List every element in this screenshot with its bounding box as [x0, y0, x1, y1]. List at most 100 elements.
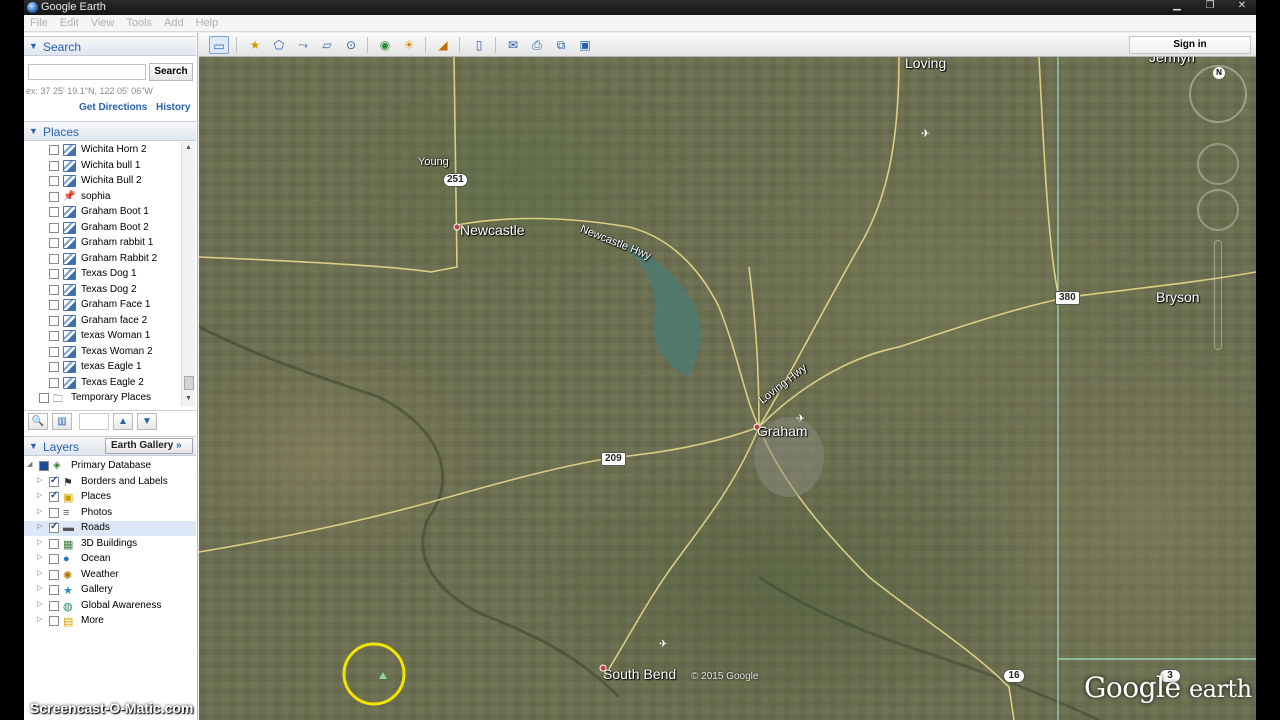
view-in-maps-button[interactable]: ⧉ [551, 36, 571, 54]
switch-planet-button[interactable]: ◢ [433, 36, 453, 54]
temporary-places-item[interactable]: 🗀 Temporary Places [24, 391, 184, 406]
map-label-newcastle[interactable]: Newcastle [460, 222, 525, 238]
history-link[interactable]: History [156, 102, 190, 113]
layers-section-header[interactable]: ▼ Layers Earth Gallery » [24, 436, 196, 456]
place-item[interactable]: Wichita Bull 2 [24, 174, 184, 189]
layer-checkbox[interactable] [49, 538, 59, 549]
navigation-controls[interactable]: N [1189, 65, 1249, 365]
place-checkbox[interactable] [49, 191, 59, 202]
expand-arrow-icon[interactable]: ▷ [37, 538, 42, 546]
expand-arrow-icon[interactable]: ▷ [37, 491, 42, 499]
expand-arrow-icon[interactable]: ▷ [37, 522, 42, 530]
place-item[interactable]: texas Eagle 1 [24, 360, 184, 375]
layer-root-item[interactable]: ◢ ◈ Primary Database [24, 459, 184, 474]
search-section-header[interactable]: ▼ Search [24, 36, 196, 56]
compass-ring[interactable]: N [1189, 65, 1247, 123]
map-label-south-bend[interactable]: South Bend [603, 666, 676, 682]
place-item[interactable]: Graham face 2 [24, 314, 184, 329]
layer-checkbox[interactable] [49, 490, 59, 502]
layer-item[interactable]: ▷ ★ Gallery [24, 583, 196, 598]
search-input[interactable] [28, 64, 146, 80]
place-checkbox[interactable] [49, 269, 59, 279]
map-label-graham[interactable]: Graham [757, 423, 808, 439]
place-checkbox[interactable] [49, 176, 59, 186]
place-item[interactable]: Graham rabbit 1 [24, 236, 184, 251]
sidebar-toggle-button[interactable]: ▭ [209, 36, 229, 54]
menu-edit[interactable]: Edit [54, 15, 85, 29]
show-panel-button[interactable]: ▥ [52, 413, 72, 430]
earth-gallery-button[interactable]: Earth Gallery » [105, 438, 193, 454]
layer-checkbox[interactable] [49, 585, 59, 595]
map-label-young[interactable]: Young [418, 156, 449, 168]
layer-item[interactable]: ▷ ✺ Weather [24, 568, 196, 583]
layer-checkbox[interactable] [49, 616, 59, 626]
layer-item[interactable]: ▷ ≡ Photos [24, 506, 196, 521]
place-checkbox[interactable] [49, 377, 59, 388]
menu-tools[interactable]: Tools [120, 15, 158, 29]
menu-view[interactable]: View [85, 15, 121, 29]
place-checkbox[interactable] [49, 362, 59, 372]
places-section-header[interactable]: ▼ Places [24, 121, 196, 141]
look-joystick[interactable] [1197, 143, 1239, 185]
add-polygon-button[interactable]: ⬠ [269, 36, 289, 54]
sunlight-button[interactable]: ☀ [399, 36, 419, 54]
add-placemark-button[interactable]: ★ [245, 36, 265, 54]
layer-checkbox[interactable] [39, 461, 49, 471]
add-path-button[interactable]: ⤳ [293, 36, 313, 54]
layer-checkbox[interactable] [49, 554, 59, 564]
email-button[interactable]: ✉ [503, 36, 523, 54]
layer-item[interactable]: ▷ ▤ More [24, 614, 196, 629]
record-tour-button[interactable]: ⊙ [341, 36, 361, 54]
ruler-button[interactable]: ▯ [469, 36, 489, 54]
place-checkbox[interactable] [49, 315, 59, 326]
layer-checkbox[interactable] [49, 600, 59, 611]
print-button[interactable]: ⎙ [527, 36, 547, 54]
historical-imagery-button[interactable]: ◉ [375, 36, 395, 54]
layer-item[interactable]: ▷ ▣ Places [24, 490, 196, 505]
place-item[interactable]: Wichita Horn 2 [24, 143, 184, 158]
scroll-up-arrow-icon[interactable]: ▲ [185, 144, 192, 151]
add-overlay-button[interactable]: ▱ [317, 36, 337, 54]
expand-arrow-icon[interactable]: ▷ [37, 584, 42, 592]
menu-file[interactable]: File [24, 15, 54, 29]
expand-arrow-icon[interactable]: ◢ [27, 460, 32, 468]
search-places-button[interactable]: 🔍 [28, 413, 48, 430]
expand-arrow-icon[interactable]: ▷ [37, 507, 42, 515]
place-item[interactable]: Texas Dog 2 [24, 283, 184, 298]
places-filter-field[interactable] [79, 413, 109, 430]
layer-item[interactable]: ▷ ▬ Roads [24, 521, 196, 536]
expand-arrow-icon[interactable]: ▷ [37, 600, 42, 608]
place-checkbox[interactable] [39, 393, 49, 403]
map-label-loving[interactable]: Loving [905, 57, 946, 71]
move-down-button[interactable]: ▼ [137, 413, 157, 430]
place-checkbox[interactable] [49, 207, 59, 217]
menu-help[interactable]: Help [190, 15, 225, 29]
menu-add[interactable]: Add [158, 15, 190, 29]
sign-in-button[interactable]: Sign in [1129, 36, 1251, 54]
place-checkbox[interactable] [49, 222, 59, 233]
place-item[interactable]: Graham Boot 1 [24, 205, 184, 220]
search-button[interactable]: Search [149, 63, 193, 81]
place-checkbox[interactable] [49, 160, 59, 171]
places-scrollbar[interactable]: ▲ ▼ [181, 142, 195, 406]
place-item[interactable]: Graham Boot 2 [24, 221, 184, 236]
close-button[interactable]: ✕ [1234, 0, 1250, 13]
expand-arrow-icon[interactable]: ▷ [37, 615, 42, 623]
layer-checkbox[interactable] [49, 521, 59, 533]
place-item[interactable]: Graham Face 1 [24, 298, 184, 313]
minimize-button[interactable]: ▁ [1169, 0, 1185, 13]
layer-item[interactable]: ▷ ▦ 3D Buildings [24, 537, 196, 552]
place-item[interactable]: Texas Eagle 2 [24, 376, 184, 391]
place-item[interactable]: Texas Dog 1 [24, 267, 184, 282]
place-checkbox[interactable] [49, 346, 59, 357]
place-item[interactable]: Wichita bull 1 [24, 159, 184, 174]
place-checkbox[interactable] [49, 238, 59, 248]
layer-checkbox[interactable] [49, 475, 59, 487]
map-view[interactable]: ✈ ✈ ✈ Loving Jermyn Young Newcastle Newc… [199, 57, 1256, 720]
layer-item[interactable]: ▷ ⚑ Borders and Labels [24, 475, 196, 490]
map-label-jermyn[interactable]: Jermyn [1149, 57, 1195, 65]
layer-item[interactable]: ▷ ◍ Global Awareness [24, 599, 196, 614]
place-item[interactable]: 📌 sophia [24, 190, 184, 205]
layer-checkbox[interactable] [49, 507, 59, 518]
place-item[interactable]: texas Woman 1 [24, 329, 184, 344]
